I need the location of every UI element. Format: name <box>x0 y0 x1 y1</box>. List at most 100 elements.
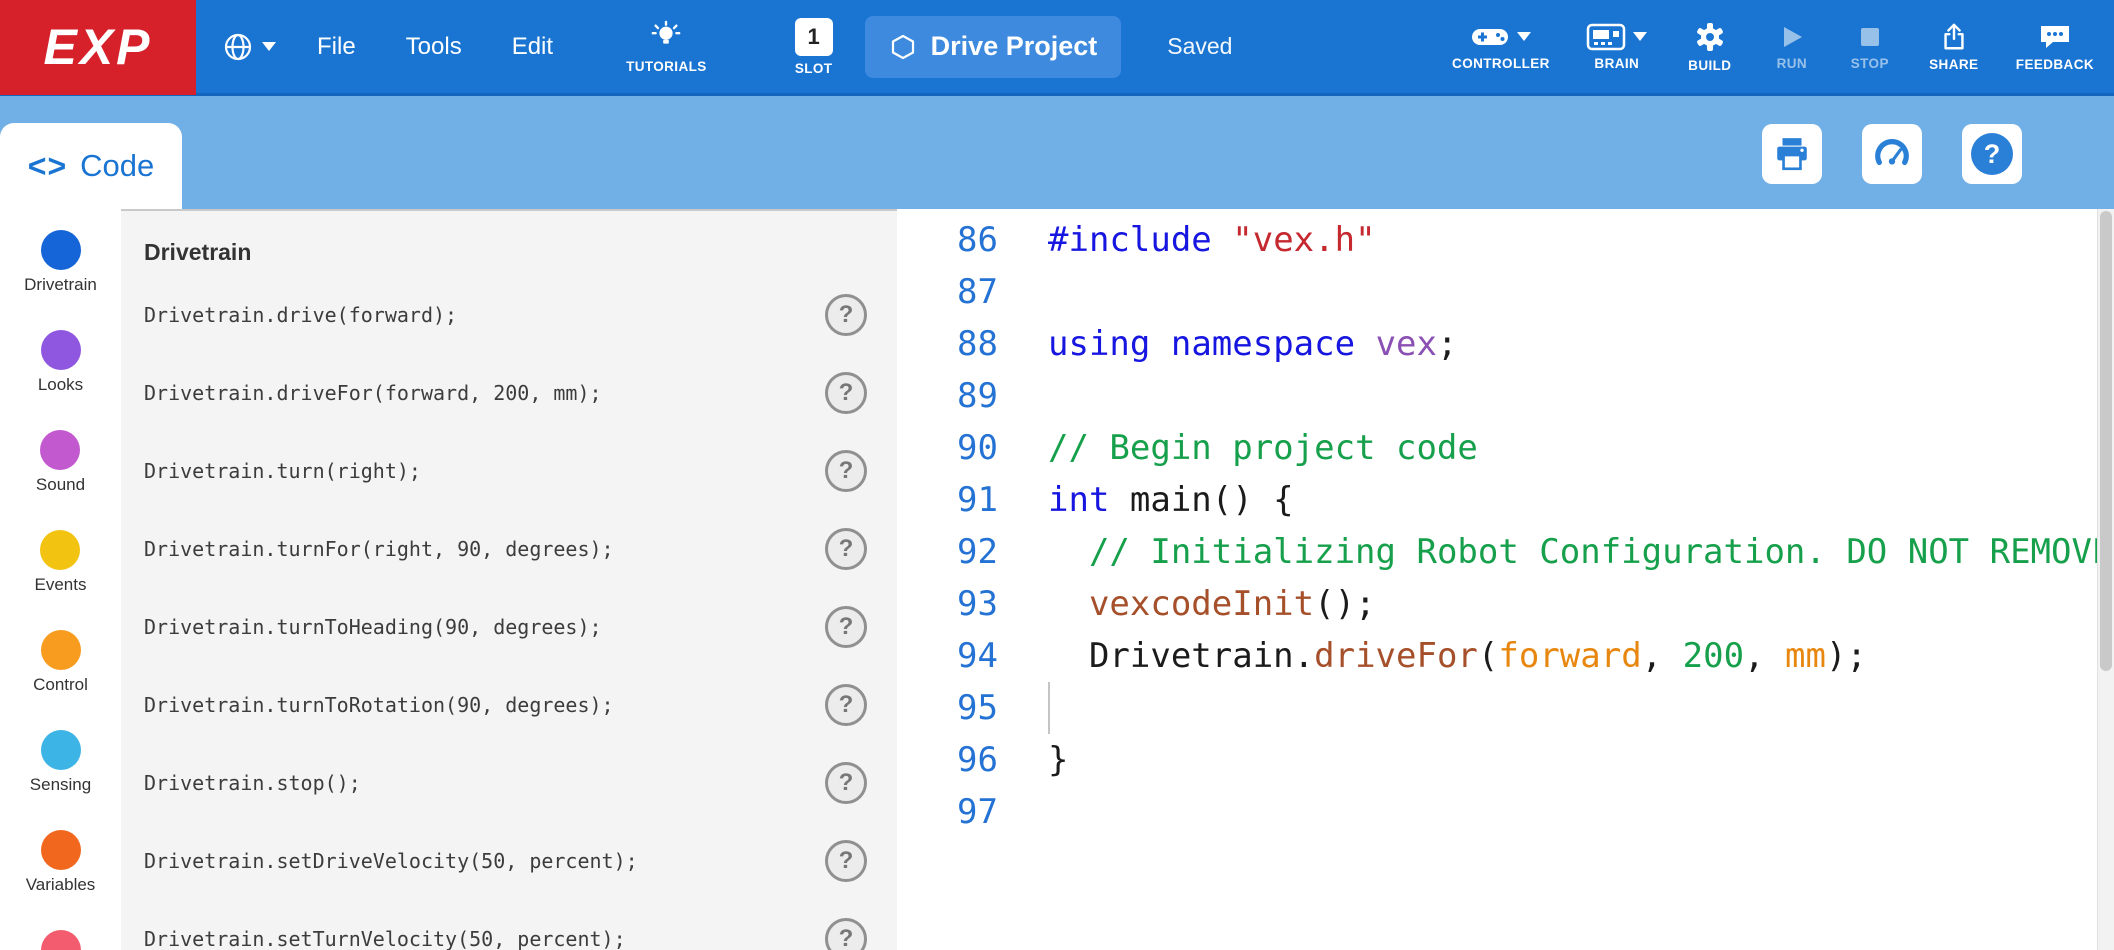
category-circle[interactable] <box>40 430 80 470</box>
code-text: Drivetrain.driveFor(forward, 200, mm); <box>1048 630 1867 682</box>
command-row[interactable]: Drivetrain.setDriveVelocity(50, percent)… <box>121 822 897 900</box>
command-row[interactable]: Drivetrain.turn(right);? <box>121 432 897 510</box>
code-line[interactable]: 91int main() { <box>897 474 2114 526</box>
chevron-down-icon <box>1633 32 1647 41</box>
command-help-button[interactable]: ? <box>825 372 867 414</box>
command-text: Drivetrain.drive(forward); <box>144 303 457 327</box>
share-label: SHARE <box>1929 57 1978 72</box>
category-circle[interactable] <box>41 930 81 950</box>
sidebar-item-sound[interactable]: Sound <box>36 430 85 495</box>
command-help-button[interactable]: ? <box>825 918 867 950</box>
share-icon <box>1938 22 1970 52</box>
code-text: } <box>1048 734 1068 786</box>
sidebar-item-events[interactable]: Events <box>35 530 87 595</box>
controller-button[interactable]: CONTROLLER <box>1452 23 1550 71</box>
brain-label: BRAIN <box>1594 56 1639 71</box>
feedback-button[interactable]: FEEDBACK <box>2016 22 2094 72</box>
code-tab-label: Code <box>80 148 154 184</box>
stop-button[interactable]: STOP <box>1848 23 1892 71</box>
category-circle[interactable] <box>41 230 81 270</box>
brain-button[interactable]: BRAIN <box>1584 23 1650 71</box>
share-button[interactable]: SHARE <box>1926 22 1982 72</box>
command-help-button[interactable]: ? <box>825 294 867 336</box>
code-line[interactable]: 92 // Initializing Robot Configuration. … <box>897 526 2114 578</box>
code-line[interactable]: 86#include "vex.h" <box>897 214 2114 266</box>
code-line[interactable]: 93 vexcodeInit(); <box>897 578 2114 630</box>
lightbulb-icon <box>648 20 684 54</box>
play-icon <box>1778 23 1806 51</box>
code-line[interactable]: 94 Drivetrain.driveFor(forward, 200, mm)… <box>897 630 2114 682</box>
command-row[interactable]: Drivetrain.turnFor(right, 90, degrees);? <box>121 510 897 588</box>
command-help-button[interactable]: ? <box>825 684 867 726</box>
command-row[interactable]: Drivetrain.stop();? <box>121 744 897 822</box>
monitor-button[interactable] <box>1862 124 1922 184</box>
language-button[interactable] <box>222 31 276 63</box>
menu-file[interactable]: File <box>292 33 381 61</box>
code-line[interactable]: 90// Begin project code <box>897 422 2114 474</box>
slot-button[interactable]: 1 SLOT <box>795 18 833 76</box>
category-label: Sensing <box>30 775 91 795</box>
code-line[interactable]: 96} <box>897 734 2114 786</box>
controller-label: CONTROLLER <box>1452 56 1550 71</box>
project-name-button[interactable]: Drive Project <box>865 16 1122 78</box>
command-list: Drivetrain.drive(forward);?Drivetrain.dr… <box>121 276 897 950</box>
run-label: RUN <box>1777 56 1807 71</box>
command-row[interactable]: Drivetrain.setTurnVelocity(50, percent);… <box>121 900 897 950</box>
print-button[interactable] <box>1762 124 1822 184</box>
chevron-down-icon <box>1517 32 1531 41</box>
category-circle[interactable] <box>41 330 81 370</box>
code-line[interactable]: 97 <box>897 786 2114 838</box>
command-row[interactable]: Drivetrain.driveFor(forward, 200, mm);? <box>121 354 897 432</box>
command-help-button[interactable]: ? <box>825 762 867 804</box>
command-row[interactable]: Drivetrain.turnToHeading(90, degrees);? <box>121 588 897 666</box>
line-number: 88 <box>897 318 998 370</box>
saved-status: Saved <box>1167 33 1232 60</box>
command-text: Drivetrain.turnFor(right, 90, degrees); <box>144 537 614 561</box>
category-circle[interactable] <box>41 630 81 670</box>
menu-edit[interactable]: Edit <box>487 33 578 61</box>
code-line[interactable]: 88using namespace vex; <box>897 318 2114 370</box>
sidebar-item-looks[interactable]: Looks <box>38 330 83 395</box>
stop-label: STOP <box>1851 56 1889 71</box>
printer-icon <box>1773 135 1811 173</box>
sidebar-item-variables[interactable]: Variables <box>26 830 96 895</box>
line-number: 89 <box>897 370 998 422</box>
category-circle[interactable] <box>40 530 80 570</box>
subbar-buttons: ? <box>1762 124 2022 184</box>
command-text: Drivetrain.setDriveVelocity(50, percent)… <box>144 849 638 873</box>
build-button[interactable]: BUILD <box>1684 21 1736 73</box>
tab-code[interactable]: <> Code <box>0 123 182 209</box>
command-text: Drivetrain.stop(); <box>144 771 361 795</box>
category-circle[interactable] <box>41 830 81 870</box>
sidebar-item-drivetrain[interactable]: Drivetrain <box>24 230 97 295</box>
feedback-label: FEEDBACK <box>2016 57 2094 72</box>
scrollbar-thumb[interactable] <box>2100 211 2112 671</box>
command-help-button[interactable]: ? <box>825 528 867 570</box>
category-label: Drivetrain <box>24 275 97 295</box>
main-area: Drivetrain Looks Sound Events Control Sensing… <box>0 209 2114 950</box>
sidebar-item-sensing[interactable]: Sensing <box>30 730 91 795</box>
command-row[interactable]: Drivetrain.turnToRotation(90, degrees);? <box>121 666 897 744</box>
command-help-button[interactable]: ? <box>825 606 867 648</box>
help-button[interactable]: ? <box>1962 124 2022 184</box>
sidebar-item-more[interactable] <box>41 930 81 950</box>
code-text: // Initializing Robot Configuration. DO … <box>1048 526 2114 578</box>
category-circle[interactable] <box>41 730 81 770</box>
run-button[interactable]: RUN <box>1770 23 1814 71</box>
tutorials-button[interactable]: TUTORIALS <box>626 20 707 74</box>
code-editor[interactable]: 86#include "vex.h"8788using namespace ve… <box>897 209 2114 950</box>
command-help-button[interactable]: ? <box>825 450 867 492</box>
code-line[interactable]: 89 <box>897 370 2114 422</box>
category-label: Control <box>33 675 88 695</box>
editor-tab-bar: <> Code ? <box>0 96 2114 209</box>
code-line[interactable]: 87 <box>897 266 2114 318</box>
hexagon-icon <box>889 33 917 61</box>
command-panel: Drivetrain Drivetrain.drive(forward);?Dr… <box>121 209 897 950</box>
slot-label: SLOT <box>795 61 833 76</box>
editor-scrollbar[interactable] <box>2097 209 2114 950</box>
sidebar-item-control[interactable]: Control <box>33 630 88 695</box>
command-row[interactable]: Drivetrain.drive(forward);? <box>121 276 897 354</box>
command-help-button[interactable]: ? <box>825 840 867 882</box>
menu-tools[interactable]: Tools <box>381 33 487 61</box>
code-line[interactable]: 95 <box>897 682 2114 734</box>
